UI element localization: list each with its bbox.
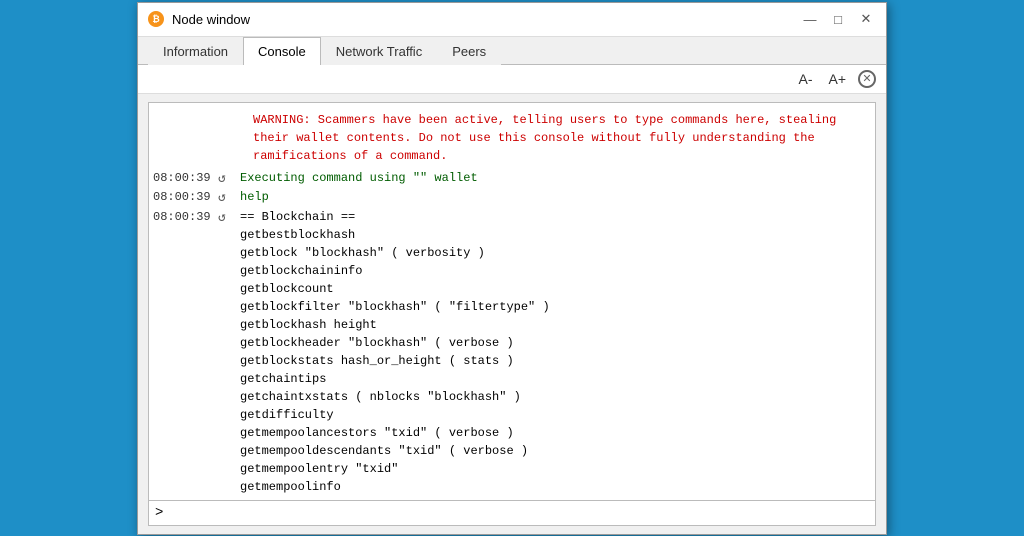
node-window: Node window — □ ✕ Information Console Ne… bbox=[137, 2, 887, 535]
tab-bar: Information Console Network Traffic Peer… bbox=[138, 37, 886, 65]
log-text-1: Executing command using "" wallet bbox=[240, 169, 871, 187]
timestamp-2: 08:00:39 bbox=[153, 188, 218, 206]
warning-message: WARNING: Scammers have been active, tell… bbox=[153, 107, 871, 169]
tab-console[interactable]: Console bbox=[243, 37, 321, 65]
timestamp-1: 08:00:39 bbox=[153, 169, 218, 187]
close-button[interactable]: ✕ bbox=[856, 9, 876, 29]
log-line-3: 08:00:39 ↺ == Blockchain == getbestblock… bbox=[153, 208, 871, 496]
log-line-2: 08:00:39 ↺ help bbox=[153, 188, 871, 208]
command-input[interactable] bbox=[167, 506, 869, 520]
increase-font-button[interactable]: A+ bbox=[824, 69, 850, 89]
command-line: > bbox=[149, 500, 875, 525]
refresh-icon-1: ↺ bbox=[218, 169, 240, 189]
window-controls: — □ ✕ bbox=[800, 9, 876, 29]
timestamp-3: 08:00:39 bbox=[153, 208, 218, 226]
refresh-icon-3: ↺ bbox=[218, 208, 240, 228]
close-console-button[interactable]: ✕ bbox=[858, 70, 876, 88]
log-line-1: 08:00:39 ↺ Executing command using "" wa… bbox=[153, 169, 871, 189]
minimize-button[interactable]: — bbox=[800, 9, 820, 29]
refresh-icon-2: ↺ bbox=[218, 188, 240, 208]
log-text-3: == Blockchain == getbestblockhash getblo… bbox=[240, 208, 871, 496]
tab-network-traffic[interactable]: Network Traffic bbox=[321, 37, 437, 65]
log-text-2: help bbox=[240, 188, 871, 206]
console-content: WARNING: Scammers have been active, tell… bbox=[148, 102, 876, 526]
prompt-symbol: > bbox=[155, 505, 163, 521]
tab-peers[interactable]: Peers bbox=[437, 37, 501, 65]
console-output: WARNING: Scammers have been active, tell… bbox=[149, 103, 875, 500]
font-toolbar: A- A+ ✕ bbox=[138, 65, 886, 94]
maximize-button[interactable]: □ bbox=[828, 9, 848, 29]
tab-information[interactable]: Information bbox=[148, 37, 243, 65]
title-bar: Node window — □ ✕ bbox=[138, 3, 886, 37]
decrease-font-button[interactable]: A- bbox=[794, 69, 816, 89]
app-icon bbox=[148, 11, 164, 27]
window-title: Node window bbox=[172, 12, 800, 27]
